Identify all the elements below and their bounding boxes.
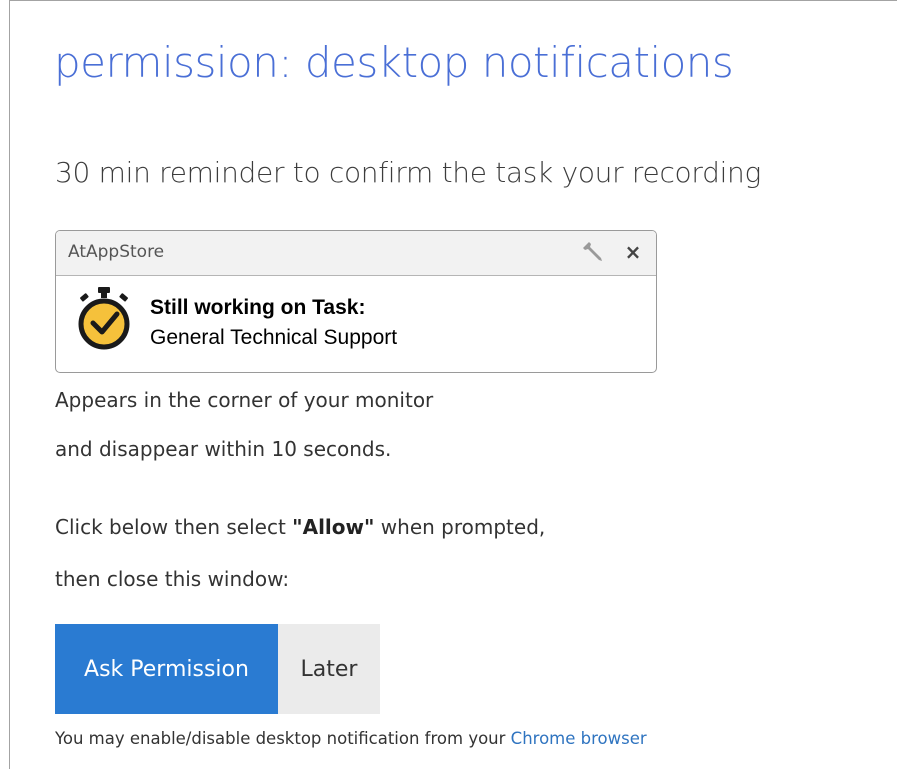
stopwatch-icon <box>74 286 134 352</box>
notification-title: Still working on Task: <box>150 296 366 319</box>
description-line-1: Appears in the corner of your monitor <box>55 388 434 412</box>
ask-permission-button[interactable]: Ask Permission <box>55 624 278 714</box>
notification-preview: AtAppStore × Still working on Task: Gene… <box>55 230 657 373</box>
instruction-line-2: then close this window: <box>55 567 290 591</box>
footer-text: You may enable/disable desktop notificat… <box>55 729 511 748</box>
notification-body: Still working on Task: General Technical… <box>56 276 656 372</box>
instruction-prefix: Click below then select <box>55 515 293 539</box>
notification-app-name: AtAppStore <box>68 242 165 262</box>
chrome-browser-link[interactable]: Chrome browser <box>511 729 647 748</box>
page-subtitle: 30 min reminder to confirm the task your… <box>55 156 762 189</box>
notification-header: AtAppStore × <box>56 231 656 276</box>
notification-message: General Technical Support <box>150 326 398 349</box>
instruction-suffix: when prompted, <box>374 515 546 539</box>
close-icon[interactable]: × <box>622 239 644 265</box>
wrench-icon[interactable] <box>582 241 606 265</box>
page-title: permission: desktop notifications <box>54 38 734 87</box>
instruction-line-1: Click below then select "Allow" when pro… <box>55 515 545 539</box>
later-button[interactable]: Later <box>278 624 380 714</box>
description-line-2: and disappear within 10 seconds. <box>55 437 392 461</box>
footer-note: You may enable/disable desktop notificat… <box>55 729 647 749</box>
allow-emphasis: "Allow" <box>292 515 375 539</box>
